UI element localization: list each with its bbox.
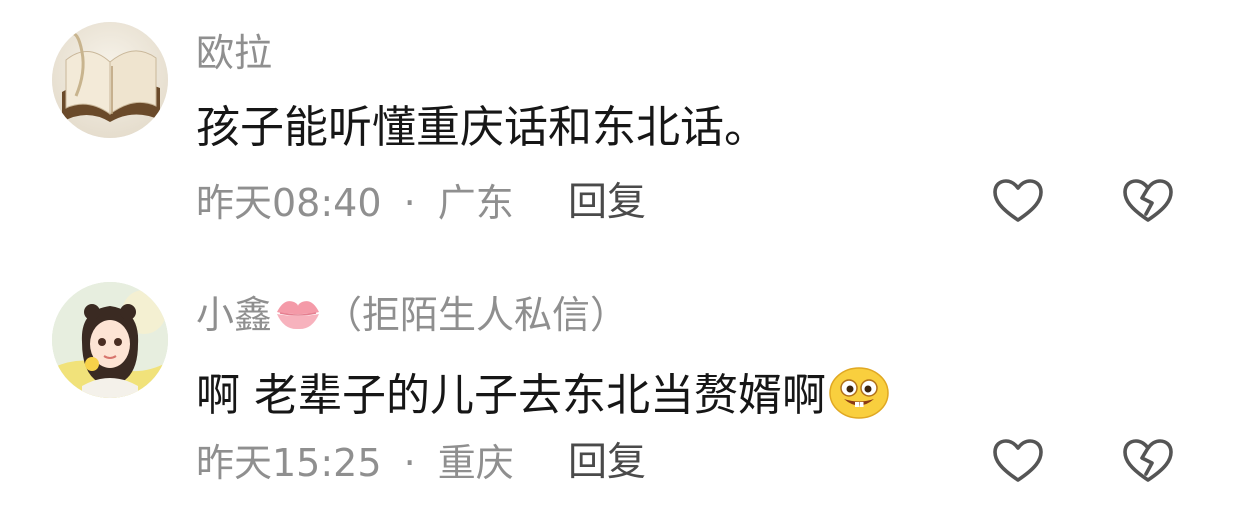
comment-item: 欧拉 孩子能听懂重庆话和东北话。 昨天08:40 · 广东 回复 <box>0 0 1236 262</box>
grinning-face-emoji <box>828 366 890 420</box>
heart-outline-icon <box>993 179 1043 222</box>
dislike-button[interactable] <box>1120 434 1176 490</box>
comment-item: 小鑫 （拒陌生人私信） 啊 老辈子的儿子去东北当赘婿啊 昨天15:25 · 重庆… <box>0 262 1236 524</box>
like-button[interactable] <box>990 174 1046 230</box>
meta-separator: · <box>403 441 416 485</box>
location: 重庆 <box>437 441 514 485</box>
comment-meta: 昨天15:25 · 重庆 <box>196 444 514 482</box>
avatar[interactable] <box>52 22 168 138</box>
username-text: 欧拉 <box>196 31 273 75</box>
broken-heart-icon <box>1123 439 1173 482</box>
timestamp: 昨天15:25 <box>196 441 382 485</box>
avatar[interactable] <box>52 282 168 398</box>
reply-button[interactable]: 回复 <box>568 183 646 222</box>
dislike-button[interactable] <box>1120 174 1176 230</box>
heart-outline-icon <box>993 439 1043 482</box>
reply-button[interactable]: 回复 <box>568 443 646 482</box>
comment-text: 啊 老辈子的儿子去东北当赘婿啊 <box>196 366 890 420</box>
comment-text-body: 啊 老辈子的儿子去东北当赘婿啊 <box>196 370 826 421</box>
lips-kiss-icon <box>274 294 322 332</box>
comment-text: 孩子能听懂重庆话和东北话。 <box>196 102 768 153</box>
meta-separator: · <box>403 181 416 225</box>
username-text: 小鑫 <box>196 293 273 337</box>
username[interactable]: 小鑫 （拒陌生人私信） <box>196 294 628 334</box>
location: 广东 <box>437 181 514 225</box>
timestamp: 昨天08:40 <box>196 181 382 225</box>
comment-meta: 昨天08:40 · 广东 <box>196 184 514 222</box>
username-suffix: （拒陌生人私信） <box>324 293 629 337</box>
like-button[interactable] <box>990 434 1046 490</box>
broken-heart-icon <box>1123 179 1173 222</box>
username[interactable]: 欧拉 <box>196 34 272 72</box>
